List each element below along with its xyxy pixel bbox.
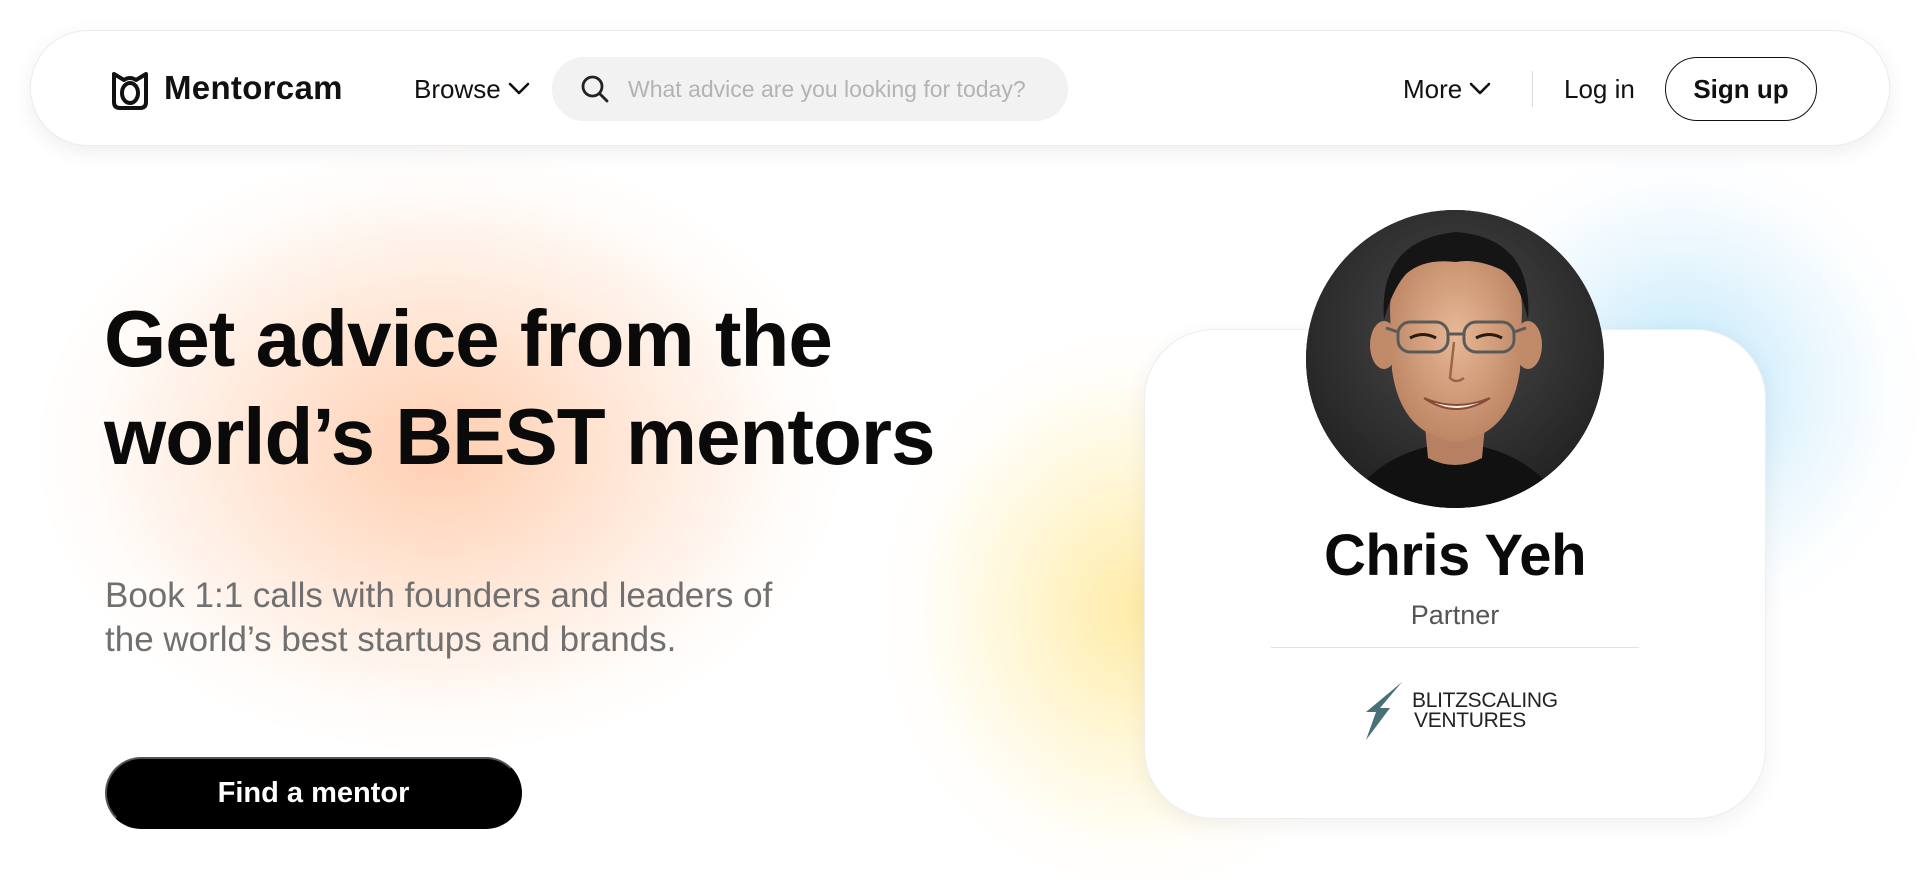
company-logo: BLITZSCALING VENTURES [1362,680,1558,742]
card-divider [1271,647,1639,648]
mentor-name: Chris Yeh [1324,523,1587,588]
hero-title-line-1: Get advice from the [104,294,833,383]
find-mentor-button[interactable]: Find a mentor [105,757,522,829]
page: Mentorcam Browse More Log in Sign up G [0,0,1920,880]
mentor-avatar [1306,210,1604,508]
more-label: More [1403,73,1463,104]
search-input[interactable] [628,69,1048,109]
signup-button[interactable]: Sign up [1665,57,1817,121]
mentor-portrait-image [1306,210,1604,508]
lightning-bolt-icon [1366,682,1402,740]
search-bar[interactable] [552,57,1068,121]
logo-link[interactable]: Mentorcam [106,64,343,112]
search-icon [581,75,609,103]
login-link[interactable]: Log in [1564,69,1635,109]
company-name-line-1: BLITZSCALING [1412,689,1558,712]
hero-subtitle-line-1: Book 1:1 calls with founders and leaders… [105,576,773,615]
browse-menu[interactable]: Browse [414,69,530,109]
more-menu[interactable]: More [1403,69,1491,109]
company-name-line-2: VENTURES [1414,709,1526,732]
mentorcam-logo-icon [112,72,148,110]
hero-subtitle: Book 1:1 calls with founders and leaders… [105,574,805,662]
hero-title: Get advice from the world’s BEST mentors [104,290,964,486]
hero-title-line-2: world’s BEST mentors [104,392,936,481]
chevron-down-icon [508,82,530,95]
browse-label: Browse [414,73,501,104]
chevron-down-icon [1469,82,1491,95]
brand-name: Mentorcam [164,69,343,106]
mentor-role: Partner [1410,600,1500,630]
nav-divider [1532,71,1533,107]
top-navbar: Mentorcam Browse More Log in Sign up [30,30,1890,146]
hero-subtitle-line-2: the world’s best startups and brands. [105,620,677,659]
